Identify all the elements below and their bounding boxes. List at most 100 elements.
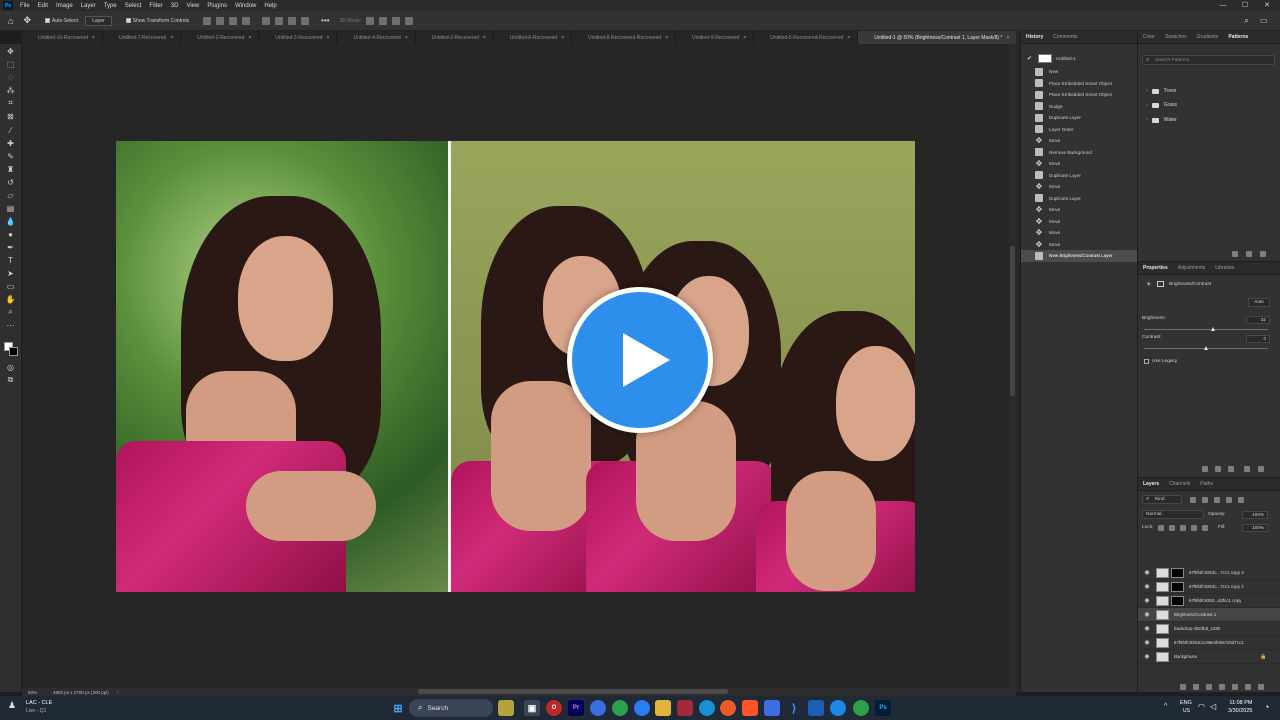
stamp-tool-icon[interactable]: ♜ [5, 164, 16, 174]
align-right-icon[interactable] [229, 16, 238, 25]
history-step[interactable]: ✥ Move [1021, 239, 1138, 251]
close-tab-icon[interactable]: × [92, 35, 95, 41]
tab-paths[interactable]: Paths [1195, 481, 1218, 487]
chrome-icon[interactable] [612, 700, 628, 716]
home-icon[interactable]: ⌂ [8, 16, 13, 26]
visibility-eye-icon[interactable]: ◉ [1143, 625, 1151, 632]
tab-document[interactable]: Untitled-7-Recovered × [103, 31, 182, 44]
align-middle-icon[interactable] [275, 16, 284, 25]
filter-shape-icon[interactable] [1226, 497, 1232, 503]
auto-button[interactable]: Auto [1248, 298, 1270, 307]
brightness-value[interactable]: 32 [1246, 316, 1270, 324]
opacity-value[interactable]: 100% [1242, 511, 1268, 519]
dodge-tool-icon[interactable]: ● [5, 229, 16, 239]
close-tab-icon[interactable]: × [1006, 35, 1009, 41]
premiere-icon[interactable]: Pr [568, 700, 584, 716]
crop-tool-icon[interactable]: ⌗ [5, 98, 16, 108]
pen-tool-icon[interactable]: ✒ [5, 242, 16, 252]
menu-filter[interactable]: Filter [145, 3, 166, 9]
history-snapshot[interactable]: ✔ Untitled-1 [1027, 54, 1076, 63]
menu-plugins[interactable]: Plugins [203, 3, 231, 9]
filter-smart-object-icon[interactable] [1238, 497, 1244, 503]
volume-icon[interactable]: ◁ [1210, 702, 1216, 711]
3d-orbit-icon[interactable] [366, 16, 375, 25]
add-mask-icon[interactable] [1206, 684, 1212, 690]
visibility-eye-icon[interactable]: ◉ [1143, 639, 1151, 646]
tab-document[interactable]: Untitled-9-Recovered × [676, 31, 755, 44]
system-clock[interactable]: 11:08 PM 3/30/2025 [1228, 699, 1252, 715]
close-tab-icon[interactable]: × [743, 35, 746, 41]
menu-select[interactable]: Select [121, 3, 146, 9]
windows-start-icon[interactable]: ⊞ [390, 700, 406, 716]
more-options-icon[interactable]: ••• [321, 16, 329, 25]
filter-adjustment-icon[interactable] [1202, 497, 1208, 503]
menu-3d[interactable]: 3D [167, 3, 183, 9]
layer-mask-thumbnail[interactable] [1171, 567, 1184, 578]
history-step[interactable]: ✥ Move [1021, 158, 1138, 170]
hand-tool-icon[interactable]: ✋ [5, 294, 16, 304]
history-step[interactable]: Place Embedded Smart Object [1021, 78, 1138, 90]
menu-type[interactable]: Type [100, 3, 121, 9]
history-step[interactable]: ✥ Move [1021, 216, 1138, 228]
use-legacy-checkbox[interactable] [1144, 359, 1149, 364]
taskbar-app-icon[interactable] [498, 700, 514, 716]
new-layer-icon[interactable] [1245, 684, 1251, 690]
app-icon[interactable] [808, 700, 824, 716]
fill-value[interactable]: 100% [1242, 524, 1268, 532]
brave-icon[interactable] [742, 700, 758, 716]
zoom-level[interactable]: 50% [28, 690, 37, 695]
layer-row[interactable]: ◉ 67f6f4fc9253c...7cc1 copy 2 [1138, 580, 1280, 594]
blend-mode-dropdown[interactable]: Normal [1142, 510, 1204, 519]
history-step[interactable]: Layer Order [1021, 124, 1138, 136]
history-step[interactable]: ✥ Move [1021, 135, 1138, 147]
history-step[interactable]: Duplicate Layer [1021, 112, 1138, 124]
tab-document[interactable]: Untitled-2-Recovered × [181, 31, 260, 44]
tab-adjustments[interactable]: Adjustments [1173, 265, 1211, 271]
lock-pixels-icon[interactable] [1169, 525, 1175, 531]
background-color-swatch[interactable] [9, 347, 18, 356]
close-tab-icon[interactable]: × [327, 35, 330, 41]
history-step[interactable]: New Brightness/Contrast Layer [1021, 250, 1138, 262]
link-layers-icon[interactable] [1180, 684, 1186, 690]
tab-document[interactable]: Untitled-8-Recovered-Recovered × [572, 31, 676, 44]
visibility-eye-icon[interactable]: ◉ [1143, 597, 1151, 604]
move-tool-icon[interactable]: ✥ [23, 15, 31, 26]
3d-slide-icon[interactable] [405, 16, 414, 25]
new-group-icon[interactable] [1232, 251, 1238, 257]
layer-mask-thumbnail[interactable] [1171, 581, 1184, 592]
workspace-icon[interactable]: ▭ [1260, 16, 1268, 25]
menu-file[interactable]: File [16, 3, 34, 9]
tab-libraries[interactable]: Libraries [1210, 265, 1239, 271]
tab-properties[interactable]: Properties [1138, 265, 1173, 271]
layer-filter-dropdown[interactable]: ⌕ Kind [1142, 495, 1182, 504]
vscode-icon[interactable]: ⟩ [786, 700, 802, 716]
app-icon[interactable] [764, 700, 780, 716]
history-step[interactable]: New [1021, 66, 1138, 78]
blur-tool-icon[interactable]: 💧 [5, 216, 16, 226]
close-tab-icon[interactable]: × [248, 35, 251, 41]
lock-all-icon[interactable] [1202, 525, 1208, 531]
shape-tool-icon[interactable]: ▭ [5, 281, 16, 291]
visibility-eye-icon[interactable]: ◉ [1143, 583, 1151, 590]
delete-icon[interactable] [1258, 466, 1264, 472]
firefox-icon[interactable] [720, 700, 736, 716]
more-tools-icon[interactable]: ⋯ [5, 320, 16, 330]
tab-document[interactable]: Untitled-6-Recovered × [494, 31, 572, 44]
history-step[interactable]: Nudge [1021, 101, 1138, 113]
3d-roll-icon[interactable] [379, 16, 388, 25]
photoshop-taskbar-icon[interactable]: Ps [875, 700, 891, 716]
contrast-slider-handle[interactable] [1203, 346, 1208, 350]
contrast-value[interactable]: 0 [1246, 335, 1270, 343]
align-left-icon[interactable] [203, 16, 212, 25]
type-tool-icon[interactable]: T [5, 255, 16, 265]
layer-row[interactable]: ◉ Background 🔒 [1138, 650, 1280, 664]
brightness-slider-handle[interactable] [1210, 327, 1215, 331]
brightness-slider[interactable] [1144, 329, 1268, 330]
tab-document-active[interactable]: Untitled-1 @ 50% (Brightness/Contrast 1,… [858, 31, 1018, 44]
notification-icon[interactable]: ◔ [1264, 702, 1269, 712]
filter-type-icon[interactable] [1214, 497, 1220, 503]
close-tab-icon[interactable]: × [561, 35, 564, 41]
clip-to-layer-icon[interactable] [1202, 466, 1208, 472]
auto-select-target-dropdown[interactable]: Layer [85, 15, 112, 26]
screen-mode-icon[interactable]: ⧉ [5, 375, 16, 385]
